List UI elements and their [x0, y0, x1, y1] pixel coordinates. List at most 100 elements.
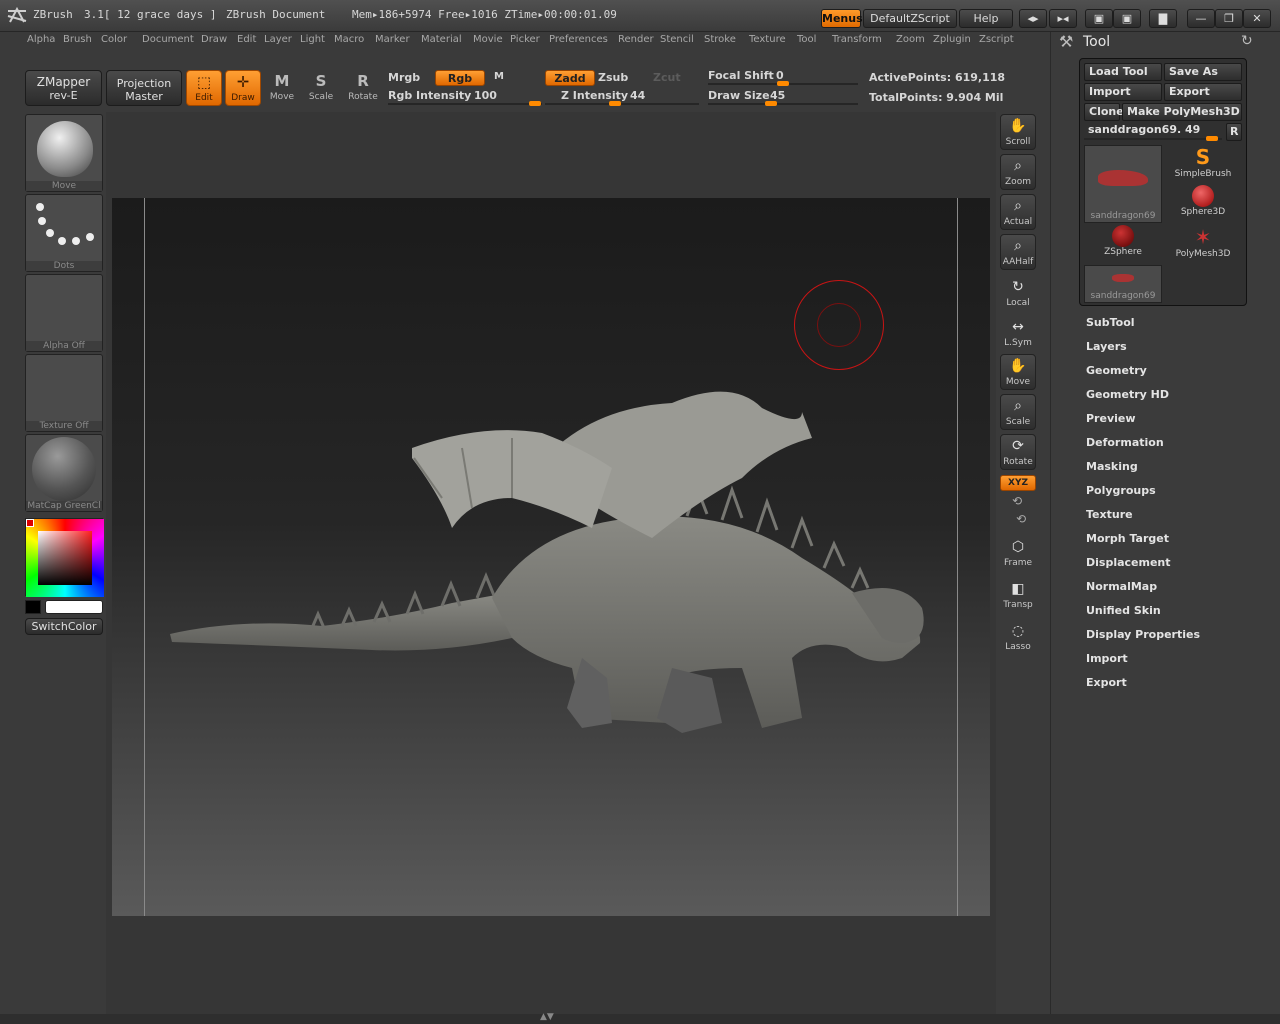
menu-zscript[interactable]: Zscript — [979, 34, 1014, 45]
projection-master-button[interactable]: Projection Master — [106, 70, 182, 106]
menu-zplugin[interactable]: Zplugin — [933, 34, 971, 45]
menu-macro[interactable]: Macro — [334, 34, 364, 45]
menu-alpha[interactable]: Alpha — [27, 34, 55, 45]
section-preview[interactable]: Preview — [1086, 412, 1136, 425]
maximize-icon[interactable]: ❐ — [1215, 9, 1243, 28]
zcut-toggle[interactable]: Zcut — [653, 71, 681, 84]
move-mode-button[interactable]: M Move — [264, 70, 300, 106]
y-axis-rotate-icon[interactable]: ⟲ — [1012, 494, 1022, 508]
lasso-button[interactable]: ◌ Lasso — [1000, 620, 1036, 656]
mrgb-toggle[interactable]: Mrgb — [388, 71, 420, 84]
refresh-icon[interactable]: ↻ — [1241, 33, 1253, 49]
lsym-button[interactable]: ↔ L.Sym — [1000, 316, 1036, 352]
z-axis-rotate-icon[interactable]: ⟲ — [1016, 512, 1026, 526]
section-unified-skin[interactable]: Unified Skin — [1086, 604, 1161, 617]
section-normalmap[interactable]: NormalMap — [1086, 580, 1157, 593]
brush-selector[interactable]: Move — [25, 114, 103, 192]
scale-mode-button[interactable]: S Scale — [303, 70, 339, 106]
draw-size-knob[interactable] — [765, 101, 777, 106]
stroke-selector[interactable]: Dots — [25, 194, 103, 272]
zmapper-button[interactable]: ZMapper rev-E — [25, 70, 102, 106]
scroll-button[interactable]: ✋ Scroll — [1000, 114, 1036, 150]
focal-shift-knob[interactable] — [777, 81, 789, 86]
section-masking[interactable]: Masking — [1086, 460, 1138, 473]
menu-movie[interactable]: Movie — [473, 34, 503, 45]
make-polymesh-button[interactable]: Make PolyMesh3D — [1122, 103, 1242, 121]
menu-color[interactable]: Color — [101, 34, 127, 45]
load-tool-button[interactable]: Load Tool — [1084, 63, 1162, 81]
rgb-intensity-slider[interactable] — [388, 103, 542, 105]
default-zscript-button[interactable]: DefaultZScript — [863, 9, 957, 28]
draw-button[interactable]: ✛ Draw — [225, 70, 261, 106]
material-selector[interactable]: MatCap GreenCl — [25, 434, 103, 512]
rotate-view-button[interactable]: ⟳ Rotate — [1000, 434, 1036, 470]
menu-material[interactable]: Material — [421, 34, 462, 45]
canvas[interactable] — [112, 198, 990, 916]
scale-view-button[interactable]: ⌕ Scale — [1000, 394, 1036, 430]
color-picker[interactable] — [25, 518, 104, 597]
menu-preferences[interactable]: Preferences — [549, 34, 608, 45]
menu-transform[interactable]: Transform — [832, 34, 882, 45]
tool-tile-zsphere[interactable]: ZSphere — [1084, 225, 1162, 263]
section-export[interactable]: Export — [1086, 676, 1127, 689]
rgb-toggle[interactable]: Rgb — [435, 70, 485, 86]
section-texture[interactable]: Texture — [1086, 508, 1133, 521]
zsub-toggle[interactable]: Zsub — [598, 71, 628, 84]
menu-marker[interactable]: Marker — [375, 34, 410, 45]
aahalf-button[interactable]: ⌕ AAHalf — [1000, 234, 1036, 270]
expand-bottom-icon[interactable]: ▲▼ — [540, 1012, 554, 1022]
z-intensity-knob[interactable] — [609, 101, 621, 106]
alpha-selector[interactable]: Alpha Off — [25, 274, 103, 352]
menus-button[interactable]: Menus — [821, 9, 863, 28]
local-button[interactable]: ↻ Local — [1000, 276, 1036, 312]
z-intensity-slider[interactable] — [545, 103, 699, 105]
menu-light[interactable]: Light — [300, 34, 325, 45]
section-morph-target[interactable]: Morph Target — [1086, 532, 1169, 545]
section-displacement[interactable]: Displacement — [1086, 556, 1171, 569]
section-geometry[interactable]: Geometry — [1086, 364, 1147, 377]
tool-tile-sanddragon[interactable]: sanddragon69 — [1084, 145, 1162, 223]
saturation-square[interactable] — [38, 531, 92, 585]
section-polygroups[interactable]: Polygroups — [1086, 484, 1156, 497]
menu-zoom[interactable]: Zoom — [896, 34, 925, 45]
save-as-button[interactable]: Save As — [1164, 63, 1242, 81]
close-icon[interactable]: ✕ — [1243, 9, 1271, 28]
menu-brush[interactable]: Brush — [63, 34, 92, 45]
menu-edit[interactable]: Edit — [237, 34, 256, 45]
transp-button[interactable]: ◧ Transp — [1000, 578, 1036, 614]
clone-button[interactable]: Clone — [1084, 103, 1124, 121]
rotate-mode-button[interactable]: R Rotate — [345, 70, 381, 106]
menu-tool[interactable]: Tool — [797, 34, 816, 45]
tool-slider-knob[interactable] — [1206, 136, 1218, 141]
section-subtool[interactable]: SubTool — [1086, 316, 1135, 329]
m-toggle[interactable]: M — [494, 71, 504, 82]
menu-draw[interactable]: Draw — [201, 34, 227, 45]
zoom-button[interactable]: ⌕ Zoom — [1000, 154, 1036, 190]
actual-button[interactable]: ⌕ Actual — [1000, 194, 1036, 230]
menu-stencil[interactable]: Stencil — [660, 34, 694, 45]
section-layers[interactable]: Layers — [1086, 340, 1127, 353]
tool-tile-simplebrush[interactable]: S SimpleBrush — [1164, 145, 1242, 183]
draw-size-slider[interactable] — [708, 103, 858, 105]
section-geometry-hd[interactable]: Geometry HD — [1086, 388, 1169, 401]
frame-button[interactable]: ⬡ Frame — [1000, 536, 1036, 572]
section-display-properties[interactable]: Display Properties — [1086, 628, 1200, 641]
help-button[interactable]: Help — [959, 9, 1013, 28]
secondary-color-swatch[interactable] — [25, 600, 41, 614]
texture-selector[interactable]: Texture Off — [25, 354, 103, 432]
menu-layer[interactable]: Layer — [264, 34, 292, 45]
tool-tile-sanddragon-2[interactable]: sanddragon69 — [1084, 265, 1162, 303]
r-button[interactable]: R — [1226, 123, 1242, 141]
menu-picker[interactable]: Picker — [510, 34, 540, 45]
switch-color-button[interactable]: SwitchColor — [25, 618, 103, 635]
rgb-intensity-knob[interactable] — [529, 101, 541, 106]
menu-texture[interactable]: Texture — [749, 34, 786, 45]
minimize-icon[interactable]: — — [1187, 9, 1215, 28]
tool-slider[interactable] — [1084, 138, 1222, 140]
export-tool-button[interactable]: Export — [1164, 83, 1242, 101]
shrink-interface-icon[interactable]: ◂▸ — [1019, 9, 1047, 28]
tool-tile-polymesh3d[interactable]: ✶ PolyMesh3D — [1164, 225, 1242, 263]
menu-stroke[interactable]: Stroke — [704, 34, 736, 45]
xyz-toggle[interactable]: XYZ — [1000, 475, 1036, 491]
edit-button[interactable]: ⬚ Edit — [186, 70, 222, 106]
